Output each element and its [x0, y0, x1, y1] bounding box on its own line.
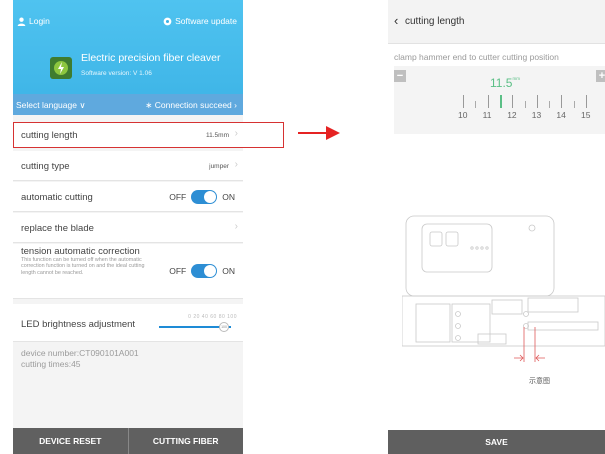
cutting-type-row[interactable]: cutting type jumper › [13, 151, 243, 181]
cleaver-diagram [402, 215, 605, 362]
decrease-button[interactable]: − [394, 70, 406, 82]
settings-screen: Login Software update Electric precision… [13, 0, 243, 454]
ruler-tick [536, 95, 538, 108]
connection-status[interactable]: ∗ Connection succeed › [145, 100, 237, 111]
toggle-knob [204, 265, 217, 277]
ruler-label: 11 [482, 110, 492, 120]
automatic-cutting-toggle-group: OFF ON [169, 190, 235, 204]
device-info: device number:CT090101A001 cutting times… [21, 348, 139, 370]
ruler-tick [475, 101, 477, 108]
ruler-label: 13 [531, 110, 542, 120]
login-button[interactable]: Login [17, 16, 50, 26]
select-language-label: Select language [16, 100, 77, 110]
login-label: Login [29, 16, 50, 26]
ruler-tick [512, 95, 514, 108]
app-title: Electric precision fiber cleaver [81, 52, 221, 64]
cutting-type-label: cutting type [21, 161, 70, 172]
chevron-down-icon: ∨ [79, 100, 86, 110]
clamp-position-label: clamp hammer end to cutter cutting posit… [394, 52, 559, 62]
cutting-length-screen: ‹ cutting length clamp hammer end to cut… [388, 0, 605, 454]
app-logo [50, 57, 72, 79]
ruler-tick [573, 101, 575, 108]
software-version: Software version: V 1.06 [81, 70, 152, 77]
lightning-icon [54, 61, 68, 75]
tension-correction-description: This function can be turned off when the… [21, 257, 145, 276]
tension-toggle-group: OFF ON [169, 264, 235, 278]
automatic-cutting-label: automatic cutting [21, 192, 93, 203]
ruler-tick [524, 101, 526, 108]
ruler-label: 10 [458, 110, 468, 120]
increase-button[interactable]: + [596, 70, 605, 82]
replace-blade-label: replace the blade [21, 223, 94, 234]
ruler-tick [561, 95, 563, 108]
ruler-label: 12 [507, 110, 517, 120]
arrow-right-icon [326, 126, 340, 140]
arrow-shaft [298, 132, 328, 134]
back-chevron-icon[interactable]: ‹ [394, 13, 398, 28]
diagram-caption: 示意图 [529, 378, 550, 385]
current-length-number: 11.5 [490, 76, 513, 90]
toggle-knob [204, 191, 217, 203]
replace-blade-row[interactable]: replace the blade › [13, 213, 243, 243]
ruler-tick [487, 95, 489, 108]
bottom-button-bar: DEVICE RESET CUTTING FIBER [13, 428, 243, 454]
ruler-label: 15 [581, 110, 591, 120]
cutting-times: cutting times:45 [21, 359, 81, 369]
select-language-dropdown[interactable]: Select language ∨ [16, 100, 86, 111]
user-icon [17, 17, 26, 26]
tension-correction-label: tension automatic correction [21, 246, 140, 257]
screen-header: ‹ cutting length [388, 0, 605, 44]
save-button[interactable]: SAVE [388, 430, 605, 454]
status-bar: Select language ∨ ∗ Connection succeed › [13, 94, 243, 115]
off-label: OFF [169, 266, 187, 276]
led-brightness-label: LED brightness adjustment [21, 319, 136, 330]
slider-handle[interactable]: 100 [219, 322, 229, 332]
current-length-value: 11.5mm [490, 76, 520, 90]
on-label: ON [222, 266, 235, 276]
cutting-fiber-button[interactable]: CUTTING FIBER [129, 428, 244, 454]
highlight-box [13, 122, 284, 148]
automatic-cutting-toggle[interactable] [191, 190, 218, 204]
ruler-tick [463, 95, 464, 108]
device-reset-button[interactable]: DEVICE RESET [13, 428, 128, 454]
gear-icon [163, 17, 172, 25]
ruler-label: 14 [556, 110, 566, 120]
selected-tick [499, 95, 502, 108]
screen-title: cutting length [405, 16, 465, 27]
software-update-button[interactable]: Software update [163, 16, 237, 26]
length-adjuster: − + 11.5mm 10 11 12 13 14 15 [394, 66, 605, 134]
chevron-right-icon: › [234, 100, 237, 110]
chevron-right-icon: › [234, 221, 238, 232]
tension-correction-toggle[interactable] [191, 264, 218, 278]
cutting-type-value: jumper [209, 163, 229, 170]
ruler-tick [549, 101, 551, 108]
bluetooth-icon: ∗ [145, 100, 153, 110]
led-brightness-row: LED brightness adjustment 0 20 40 60 80 … [13, 304, 243, 342]
on-label: ON [222, 192, 235, 202]
current-length-unit: mm [512, 76, 520, 81]
chevron-right-icon: › [234, 159, 238, 170]
ruler-tick [586, 95, 587, 108]
software-update-label: Software update [175, 16, 237, 26]
led-brightness-scale: 0 20 40 60 80 100 [188, 314, 237, 320]
app-header: Login Software update Electric precision… [13, 0, 243, 115]
device-number: device number:CT090101A001 [21, 348, 139, 358]
tension-correction-row: tension automatic correction This functi… [13, 244, 243, 299]
off-label: OFF [169, 192, 187, 202]
connection-status-label: Connection succeed [154, 100, 232, 110]
automatic-cutting-row: automatic cutting OFF ON [13, 182, 243, 212]
